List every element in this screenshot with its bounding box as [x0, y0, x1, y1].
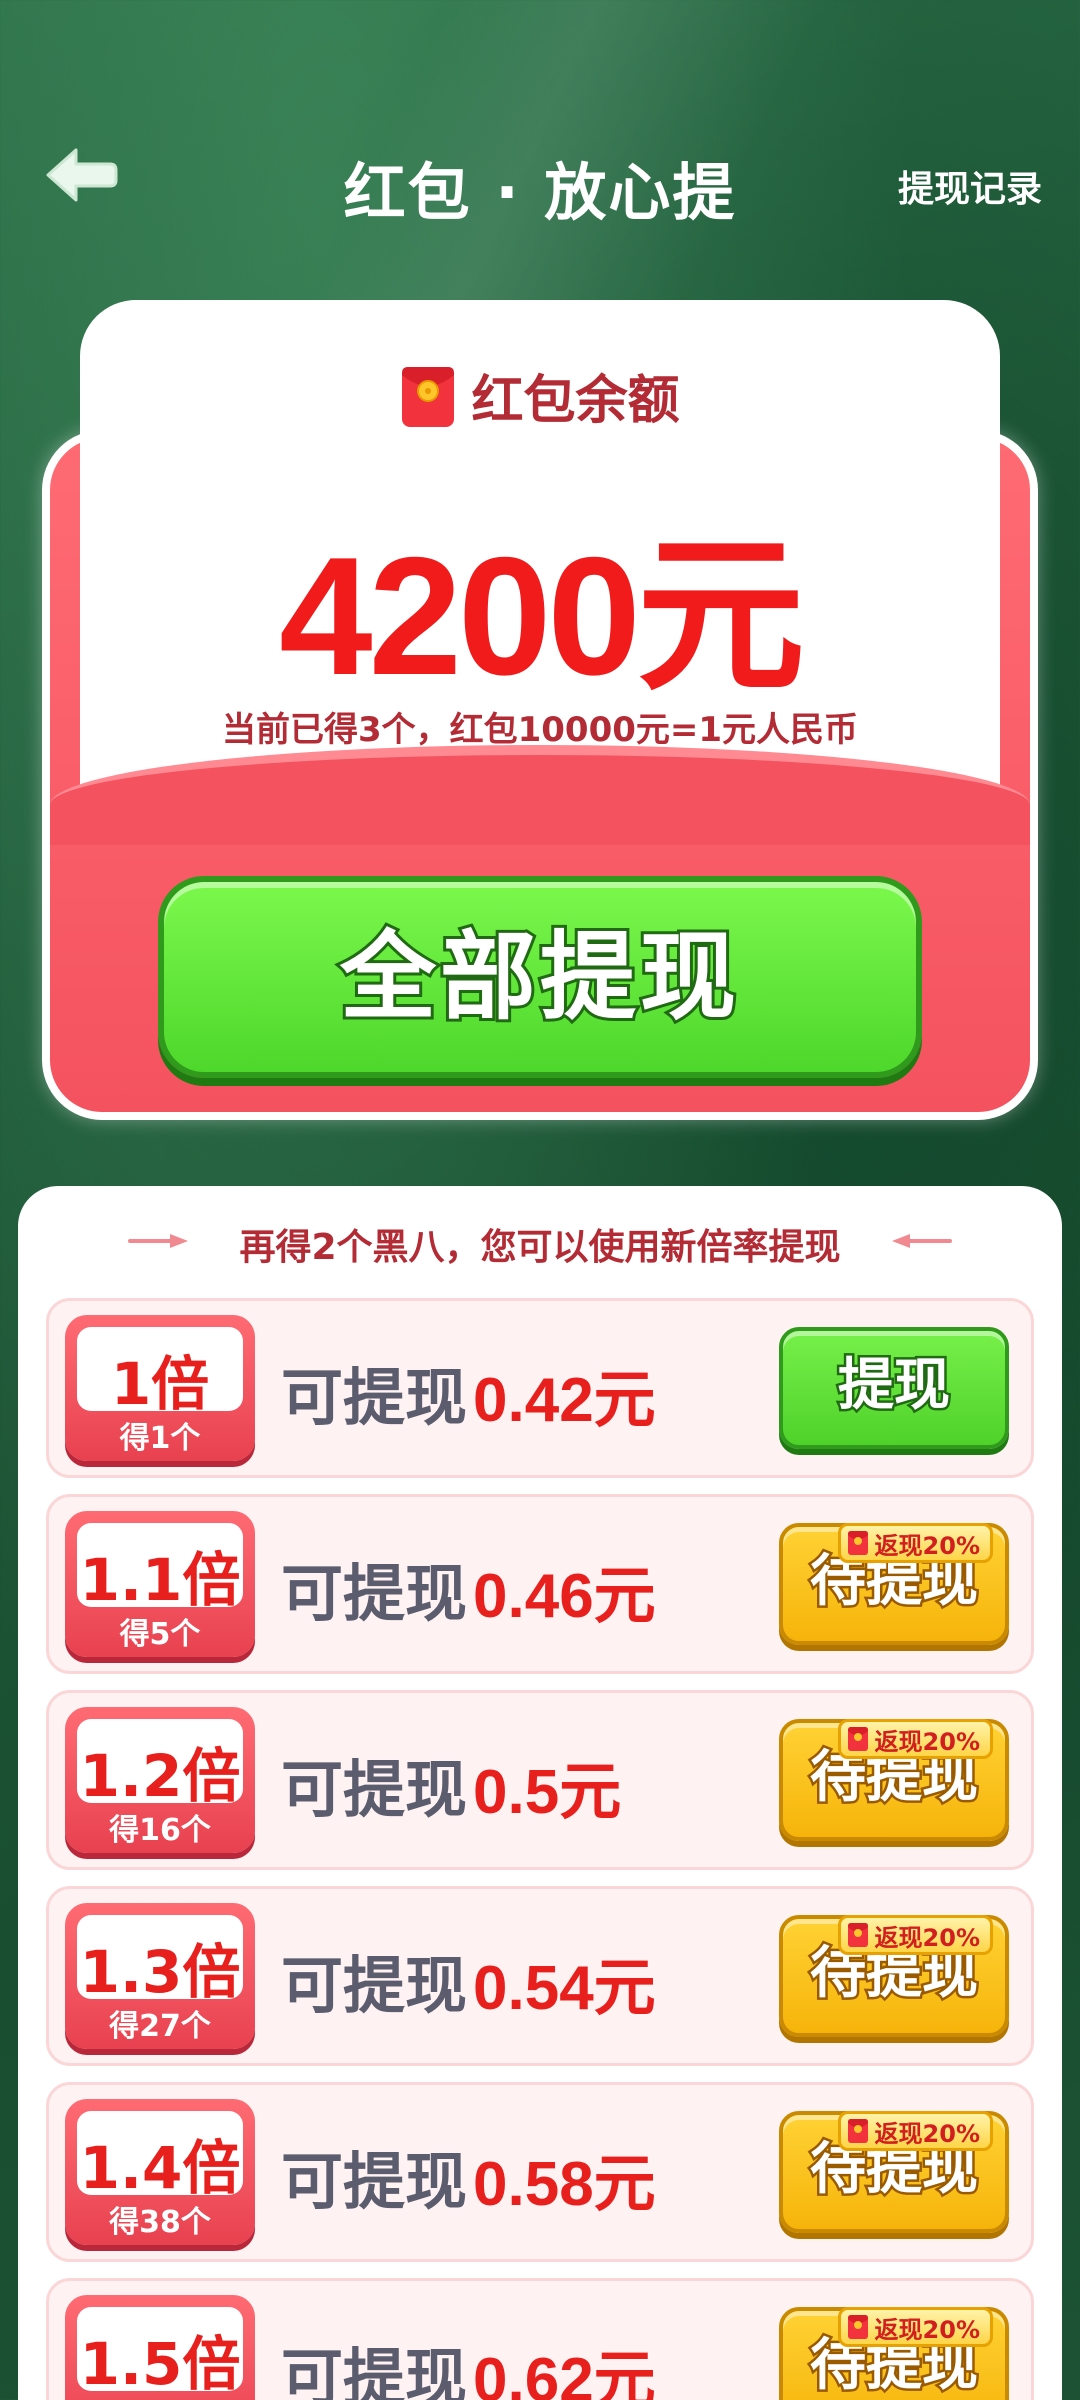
- withdraw-amount: 0.58元: [473, 2150, 656, 2219]
- red-packet-icon: [847, 1923, 868, 1947]
- header: 红包 · 放心提 提现记录: [0, 140, 1080, 230]
- withdraw-prefix: 可提现: [281, 2145, 468, 2218]
- multiplier-badge: 1.2倍 得16个: [65, 1707, 255, 1853]
- multiplier-badge: 1.5倍: [65, 2295, 255, 2400]
- multiplier-label: 1倍: [110, 1350, 210, 1418]
- tier-withdraw-button[interactable]: 待提现 返现20%: [779, 2307, 1009, 2400]
- tier-withdraw-button[interactable]: 提现: [779, 1327, 1009, 1449]
- cashback-label: 返现20%: [874, 1531, 980, 1560]
- red-packet-icon: [847, 1727, 868, 1751]
- red-packet-icon: [847, 2315, 868, 2339]
- red-packet-icon: [847, 1531, 868, 1555]
- cashback-tag: 返现20%: [837, 1523, 993, 1563]
- multiplier-badge: 1倍 得1个: [65, 1315, 255, 1461]
- multiplier-label: 1.2倍: [79, 1742, 241, 1810]
- exchange-rate-note: 当前已得3个，红包10000元=1元人民币: [221, 710, 859, 750]
- cashback-label: 返现20%: [874, 1923, 980, 1952]
- withdraw-amount: 0.62元: [473, 2346, 656, 2400]
- tier-row: 1.3倍 得27个 可提现 0.54元 待提现 返现20%: [46, 1886, 1034, 2066]
- multiplier-count: 得1个: [119, 1421, 201, 1456]
- withdraw-all-label: 全部提现: [337, 918, 740, 1036]
- balance-label: 红包余额: [471, 371, 680, 431]
- multiplier-badge-inner: 1.2倍: [77, 1719, 243, 1810]
- cashback-tag: 返现20%: [837, 2307, 993, 2347]
- multiplier-badge-inner: 1.5倍: [77, 2307, 243, 2398]
- multiplier-label: 1.4倍: [79, 2134, 241, 2202]
- multiplier-badge-inner: 1倍: [77, 1327, 243, 1418]
- tier-row: 1.1倍 得5个 可提现 0.46元 待提现 返现20%: [46, 1494, 1034, 1674]
- withdraw-prefix: 可提现: [281, 1361, 468, 1434]
- cashback-label: 返现20%: [874, 2119, 980, 2148]
- withdraw-history-link[interactable]: 提现记录: [898, 160, 1042, 212]
- red-packet-icon: [847, 2119, 868, 2143]
- tier-withdraw-button[interactable]: 待提现 返现20%: [779, 1523, 1009, 1645]
- withdraw-all-button[interactable]: 全部提现: [158, 876, 922, 1078]
- tier-withdraw-button[interactable]: 待提现 返现20%: [779, 2111, 1009, 2233]
- multiplier-count: 得5个: [119, 1617, 201, 1652]
- withdraw-prefix: 可提现: [281, 2341, 468, 2400]
- multiplier-count: 得27个: [109, 2009, 211, 2044]
- multiplier-badge-inner: 1.3倍: [77, 1915, 243, 2006]
- tier-withdraw-button[interactable]: 待提现 返现20%: [779, 1719, 1009, 1841]
- withdraw-amount: 0.46元: [473, 1562, 656, 1631]
- multiplier-label: 1.3倍: [79, 1938, 241, 2006]
- multiplier-badge: 1.1倍 得5个: [65, 1511, 255, 1657]
- balance-label-row: 红包余额: [0, 358, 1080, 433]
- multiplier-label: 1.5倍: [79, 2330, 241, 2398]
- withdraw-amount: 0.54元: [473, 1954, 656, 2023]
- tier-withdraw-label: 提现: [836, 1351, 953, 1421]
- multiplier-count: 得38个: [109, 2205, 211, 2240]
- withdraw-prefix: 可提现: [281, 1949, 468, 2022]
- tier-row: 1.2倍 得16个 可提现 0.5元 待提现 返现20%: [46, 1690, 1034, 1870]
- multiplier-badge-inner: 1.1倍: [77, 1523, 243, 1614]
- withdraw-prefix: 可提现: [281, 1753, 468, 1826]
- balance-amount: 4200元: [279, 522, 805, 710]
- multiplier-badge: 1.4倍 得38个: [65, 2099, 255, 2245]
- hint-arrow-left-icon: [892, 1234, 952, 1248]
- tier-row: 1倍 得1个 可提现 0.42元 提现: [46, 1298, 1034, 1478]
- withdraw-prefix: 可提现: [281, 1557, 468, 1630]
- multiplier-badge: 1.3倍 得27个: [65, 1903, 255, 2049]
- withdraw-amount: 0.5元: [473, 1758, 622, 1827]
- cashback-tag: 返现20%: [837, 2111, 993, 2151]
- tier-withdraw-button[interactable]: 待提现 返现20%: [779, 1915, 1009, 2037]
- withdraw-amount: 0.42元: [473, 1366, 656, 1435]
- cashback-label: 返现20%: [874, 2315, 980, 2344]
- multiplier-badge-inner: 1.4倍: [77, 2111, 243, 2202]
- cashback-tag: 返现20%: [837, 1719, 993, 1759]
- tier-row: 1.5倍 可提现 0.62元 待提现 返现20%: [46, 2278, 1034, 2400]
- multiplier-label: 1.1倍: [79, 1546, 241, 1614]
- red-packet-icon: [402, 366, 455, 427]
- cashback-label: 返现20%: [874, 1727, 980, 1756]
- tier-row: 1.4倍 得38个 可提现 0.58元 待提现 返现20%: [46, 2082, 1034, 2262]
- multiplier-count: 得16个: [109, 1813, 211, 1848]
- cashback-tag: 返现20%: [837, 1915, 993, 1955]
